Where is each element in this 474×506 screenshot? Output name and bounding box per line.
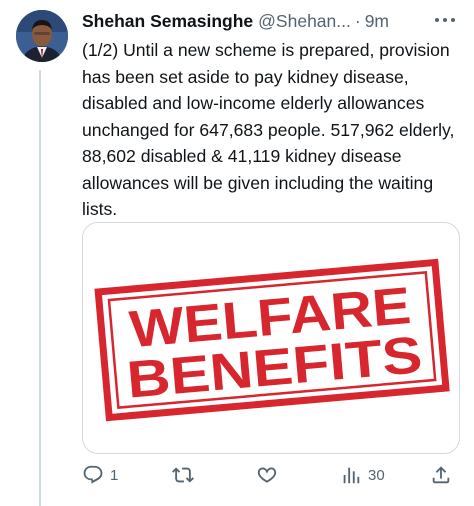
timestamp[interactable]: 9m <box>365 11 389 32</box>
more-options-button[interactable] <box>428 10 462 30</box>
reply-button[interactable]: 1 <box>82 458 118 492</box>
tweet-image[interactable]: WELFARE BENEFITS <box>82 222 460 454</box>
like-button[interactable] <box>256 458 284 492</box>
welfare-benefits-stamp-image: WELFARE BENEFITS <box>83 223 459 453</box>
heart-icon <box>257 467 277 483</box>
author-handle[interactable]: @Shehan... <box>258 11 351 32</box>
views-count: 30 <box>368 466 385 484</box>
thread-line <box>39 70 41 506</box>
views-chart-icon <box>343 467 360 484</box>
avatar[interactable] <box>16 10 68 62</box>
more-horizontal-icon <box>433 18 457 22</box>
reply-icon <box>83 465 103 484</box>
author-name[interactable]: Shehan Semasinghe <box>82 11 253 32</box>
share-button[interactable] <box>430 458 452 492</box>
avatar-image <box>16 10 68 62</box>
share-icon <box>432 466 450 484</box>
separator-dot: · <box>354 10 361 31</box>
views-button[interactable]: 30 <box>340 458 385 492</box>
tweet-actions-bar: 1 30 <box>82 458 462 492</box>
reply-count: 1 <box>110 466 119 484</box>
tweet-text: (1/2) Until a new scheme is prepared, pr… <box>82 40 460 219</box>
retweet-button[interactable] <box>172 458 200 492</box>
retweet-icon <box>172 467 194 483</box>
tweet-header: Shehan Semasinghe @Shehan... · 9m <box>82 8 442 34</box>
